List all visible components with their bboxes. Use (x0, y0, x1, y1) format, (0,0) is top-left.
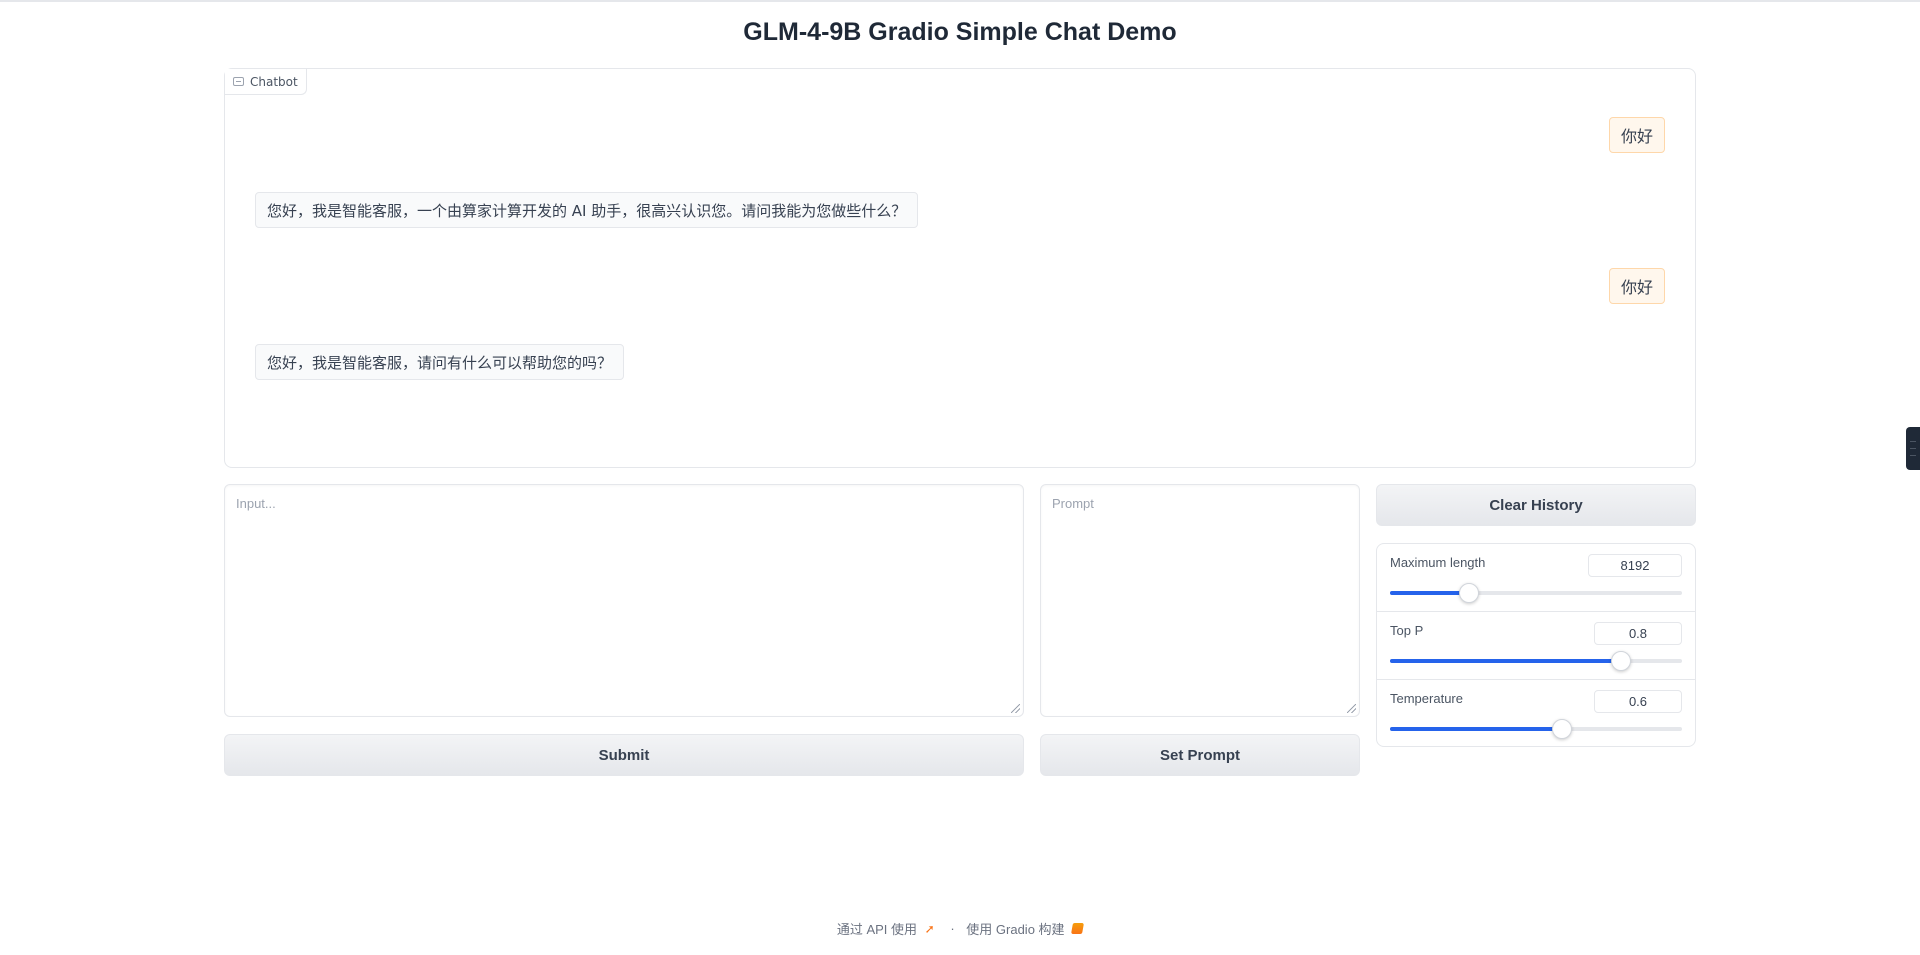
top-p-slider-block: Top P (1377, 612, 1695, 680)
submit-button[interactable]: Submit (224, 734, 1024, 776)
max-length-label: Maximum length (1390, 555, 1486, 570)
parameters-panel: Maximum length Top P Temperature (1376, 543, 1696, 747)
footer: 通过 API 使用 ➚ · 使用 Gradio 构建 (0, 919, 1920, 938)
chatbot-label: Chatbot (225, 69, 307, 95)
top-p-slider[interactable] (1390, 651, 1682, 671)
slider-thumb[interactable] (1610, 651, 1631, 671)
prompt-textarea[interactable] (1041, 485, 1359, 716)
bot-message: 您好，我是智能客服，一个由算家计算开发的 AI 助手，很高兴认识您。请问我能为您… (255, 192, 919, 228)
slider-fill (1390, 727, 1563, 731)
top-p-label: Top P (1390, 623, 1424, 638)
prompt-box (1040, 484, 1360, 717)
bot-message: 您好，我是智能客服，请问有什么可以帮助您的吗？ (255, 344, 625, 380)
set-prompt-button[interactable]: Set Prompt (1040, 734, 1360, 776)
user-message: 你好 (1608, 268, 1665, 304)
top-p-input[interactable] (1594, 622, 1682, 645)
rocket-icon: ➚ (924, 921, 935, 936)
temperature-label: Temperature (1390, 691, 1463, 706)
slider-fill (1390, 591, 1469, 595)
page-title: GLM-4-9B Gradio Simple Chat Demo (743, 18, 1177, 46)
input-textarea[interactable] (225, 485, 1023, 716)
slider-fill (1390, 659, 1621, 663)
gradio-logo-icon (1071, 923, 1085, 934)
max-length-slider[interactable] (1390, 583, 1682, 603)
slider-thumb[interactable] (1552, 719, 1573, 739)
side-panel-handle[interactable] (1906, 427, 1920, 470)
chatbot-panel[interactable]: Chatbot 你好 您好，我是智能客服，一个由算家计算开发的 AI 助手，很高… (224, 68, 1696, 468)
chatbot-label-text: Chatbot (250, 74, 298, 89)
handle-line (1910, 448, 1916, 449)
resize-handle-icon[interactable] (1347, 704, 1356, 713)
footer-separator: · (950, 921, 955, 936)
temperature-input[interactable] (1594, 690, 1682, 713)
chat-icon (233, 77, 244, 86)
top-divider (0, 0, 1920, 2)
handle-line (1910, 441, 1916, 442)
input-box (224, 484, 1024, 717)
user-message: 你好 (1608, 117, 1665, 153)
gradio-link[interactable]: 使用 Gradio 构建 (966, 922, 1064, 937)
handle-line (1910, 455, 1916, 456)
max-length-input[interactable] (1588, 554, 1682, 577)
slider-thumb[interactable] (1458, 583, 1479, 603)
resize-handle-icon[interactable] (1011, 704, 1020, 713)
max-length-slider-block: Maximum length (1377, 544, 1695, 612)
api-link[interactable]: 通过 API 使用 (837, 922, 917, 937)
temperature-slider-block: Temperature (1377, 680, 1695, 746)
clear-history-button[interactable]: Clear History (1376, 484, 1696, 526)
temperature-slider[interactable] (1390, 719, 1682, 739)
